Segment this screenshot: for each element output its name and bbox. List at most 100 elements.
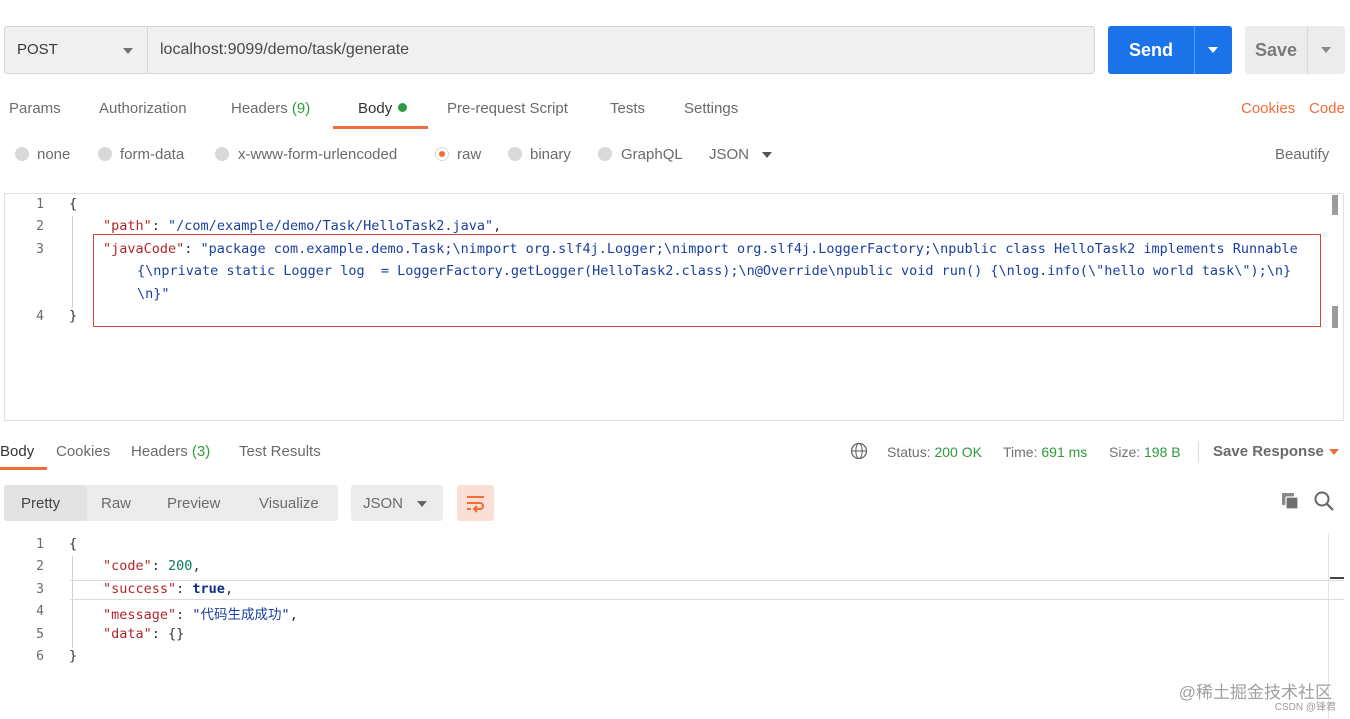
cookies-link[interactable]: Cookies [1241,100,1295,117]
indent-guide [72,216,73,308]
size-label: Size: [1109,444,1141,460]
save-options-chevron-icon[interactable] [1321,47,1331,53]
status-divider [1198,441,1199,463]
json-line-path: "path": "/com/example/demo/Task/HelloTas… [103,218,502,234]
json-key: "data" [103,626,152,642]
response-tab-cookies[interactable]: Cookies [56,443,110,460]
request-editor-scrollbar-thumb[interactable] [1332,195,1338,215]
save-response-button[interactable]: Save Response [1213,443,1324,460]
line-number: 1 [36,197,44,212]
radio-none[interactable] [15,147,29,161]
highlight-annotation-box [93,234,1321,327]
line-number: 2 [36,219,44,234]
save-label: Save [1254,40,1298,60]
chevron-down-icon [123,48,133,54]
radio-form-data[interactable] [98,147,112,161]
tab-settings[interactable]: Settings [684,100,738,117]
view-preview[interactable]: Preview [167,495,220,512]
time-label: Time: [1003,444,1038,460]
chevron-down-icon [417,501,427,507]
method-select[interactable]: POST [4,26,147,74]
line-number: 6 [36,649,44,664]
radio-graphql[interactable] [598,147,612,161]
tab-body-underline [333,126,428,129]
json-line-data: "data": {} [103,626,185,642]
time-readout: Time: 691 ms [1003,444,1087,460]
radio-form-data-label: form-data [120,146,185,163]
tab-params[interactable]: Params [9,100,61,117]
json-string-value: "/com/example/demo/Task/HelloTask2.java" [168,218,494,234]
save-response-chevron-icon[interactable] [1329,449,1339,455]
json-brace: { [69,536,78,552]
body-indicator-dot-icon [398,103,408,112]
line-number: 2 [36,559,44,574]
view-raw[interactable]: Raw [101,495,131,512]
tab-tests[interactable]: Tests [610,100,645,117]
radio-raw[interactable] [435,147,449,161]
tab-body[interactable]: Body [358,100,408,117]
size-value: 198 B [1144,444,1181,460]
line-number: 3 [36,582,44,597]
response-tab-headers-label: Headers [131,443,188,460]
tab-headers-count: (9) [291,100,311,117]
line-number: 4 [36,309,44,324]
watermark-credit: CSDN @锋君 [1274,702,1336,713]
radio-urlencoded-label: x-www-form-urlencoded [238,146,398,163]
response-tab-headers[interactable]: Headers (3) [131,443,210,460]
time-value: 691 ms [1041,444,1088,460]
wrap-lines-button[interactable] [457,485,494,521]
body-format-chevron-icon[interactable] [762,152,772,158]
json-line-message: "message": "代码生成成功", [103,607,298,623]
line-number: 3 [36,242,44,257]
tab-prerequest-script[interactable]: Pre-request Script [447,100,568,117]
response-scrollbar-marker [1330,577,1344,579]
tab-authorization[interactable]: Authorization [99,100,187,117]
json-key: "code" [103,558,152,574]
response-format-select[interactable]: JSON [351,485,443,521]
response-view-group: Pretty Raw Preview Visualize [4,485,338,521]
response-tab-body[interactable]: Body [0,443,34,460]
json-brace: { [69,196,78,212]
response-tab-test-results[interactable]: Test Results [239,443,321,460]
body-format-select[interactable]: JSON [709,146,749,163]
status-label: Status: [887,444,931,460]
json-object-value: {} [168,626,185,642]
size-readout: Size: 198 B [1109,444,1181,460]
status-readout: Status: 200 OK [887,444,982,460]
json-line-code: "code": 200, [103,558,201,574]
radio-binary[interactable] [508,147,522,161]
send-button[interactable]: Send [1108,26,1232,74]
request-editor-scrollbar-thumb-lower[interactable] [1332,306,1338,328]
method-value: POST [17,41,58,58]
json-line-success: "success": true, [103,581,234,597]
response-format-value: JSON [363,495,404,512]
search-icon[interactable] [1313,490,1335,512]
active-line-highlight [70,580,1344,600]
indent-guide [72,556,73,648]
line-number: 5 [36,627,44,642]
code-link[interactable]: Code [1309,100,1345,117]
line-number: 4 [36,604,44,619]
save-button[interactable]: Save [1245,26,1345,74]
globe-icon[interactable] [850,442,868,460]
radio-none-label: none [37,146,71,163]
radio-urlencoded[interactable] [215,147,229,161]
beautify-link[interactable]: Beautify [1275,146,1329,163]
send-split-divider [1194,26,1195,74]
tab-headers[interactable]: Headers (9) [231,100,310,117]
tab-headers-label: Headers [231,100,288,117]
response-tab-headers-count: (3) [191,443,211,460]
json-brace: } [69,648,78,664]
url-input[interactable]: localhost:9099/demo/task/generate [147,26,1095,74]
status-value: 200 OK [934,444,982,460]
view-visualize[interactable]: Visualize [259,495,319,512]
json-key: "success" [103,581,177,597]
send-options-chevron-icon[interactable] [1208,47,1218,53]
json-boolean-value: true [192,581,225,597]
copy-icon[interactable] [1280,491,1300,511]
json-key: "message" [103,607,177,623]
line-number: 1 [36,537,44,552]
send-label: Send [1128,40,1173,60]
view-pretty[interactable]: Pretty [21,495,60,512]
json-key: "path" [103,218,152,234]
